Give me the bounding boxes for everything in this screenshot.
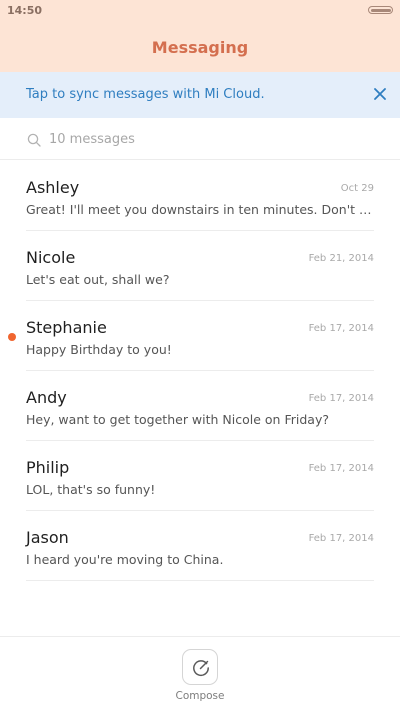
compose-button[interactable]: Compose (170, 649, 230, 711)
page-title: Messaging (151, 38, 249, 57)
message-preview: LOL, that's so funny! (26, 482, 156, 497)
list-item[interactable]: Stephanie Feb 17, 2014 Happy Birthday to… (0, 301, 400, 371)
battery-icon (368, 6, 393, 14)
contact-name: Andy (26, 388, 67, 407)
sync-banner-text[interactable]: Tap to sync messages with Mi Cloud. (26, 87, 265, 102)
compose-label: Compose (175, 690, 225, 702)
message-date: Feb 17, 2014 (308, 533, 374, 544)
app-header: 14:50 Messaging (0, 0, 400, 72)
status-time: 14:50 (7, 4, 43, 17)
compose-icon[interactable] (182, 649, 218, 685)
search-bar[interactable] (0, 118, 400, 160)
contact-name: Jason (26, 528, 69, 547)
message-date: Feb 17, 2014 (308, 393, 374, 404)
message-preview: Happy Birthday to you! (26, 342, 172, 357)
message-list: Ashley Oct 29 Great! I'll meet you downs… (0, 161, 400, 581)
list-item[interactable]: Philip Feb 17, 2014 LOL, that's so funny… (0, 441, 400, 511)
message-preview: Great! I'll meet you downstairs in ten m… (26, 202, 374, 217)
contact-name: Philip (26, 458, 70, 477)
list-item[interactable]: Ashley Oct 29 Great! I'll meet you downs… (0, 161, 400, 231)
divider (26, 580, 374, 581)
close-icon[interactable] (368, 82, 392, 106)
message-date: Feb 17, 2014 (308, 323, 374, 334)
contact-name: Nicole (26, 248, 76, 267)
search-input[interactable] (49, 128, 369, 150)
message-date: Feb 17, 2014 (308, 463, 374, 474)
list-item[interactable]: Jason Feb 17, 2014 I heard you're moving… (0, 511, 400, 581)
list-item[interactable]: Andy Feb 17, 2014 Hey, want to get toget… (0, 371, 400, 441)
message-preview: Let's eat out, shall we? (26, 272, 170, 287)
sync-banner[interactable]: Tap to sync messages with Mi Cloud. (0, 72, 400, 118)
unread-dot-icon (8, 333, 16, 341)
message-preview: I heard you're moving to China. (26, 552, 224, 567)
contact-name: Ashley (26, 178, 80, 197)
bottom-bar: Compose (0, 636, 400, 711)
list-item[interactable]: Nicole Feb 21, 2014 Let's eat out, shall… (0, 231, 400, 301)
search-icon (27, 132, 41, 147)
message-date: Oct 29 (340, 183, 374, 194)
message-date: Feb 21, 2014 (308, 253, 374, 264)
contact-name: Stephanie (26, 318, 107, 337)
message-preview: Hey, want to get together with Nicole on… (26, 412, 329, 427)
